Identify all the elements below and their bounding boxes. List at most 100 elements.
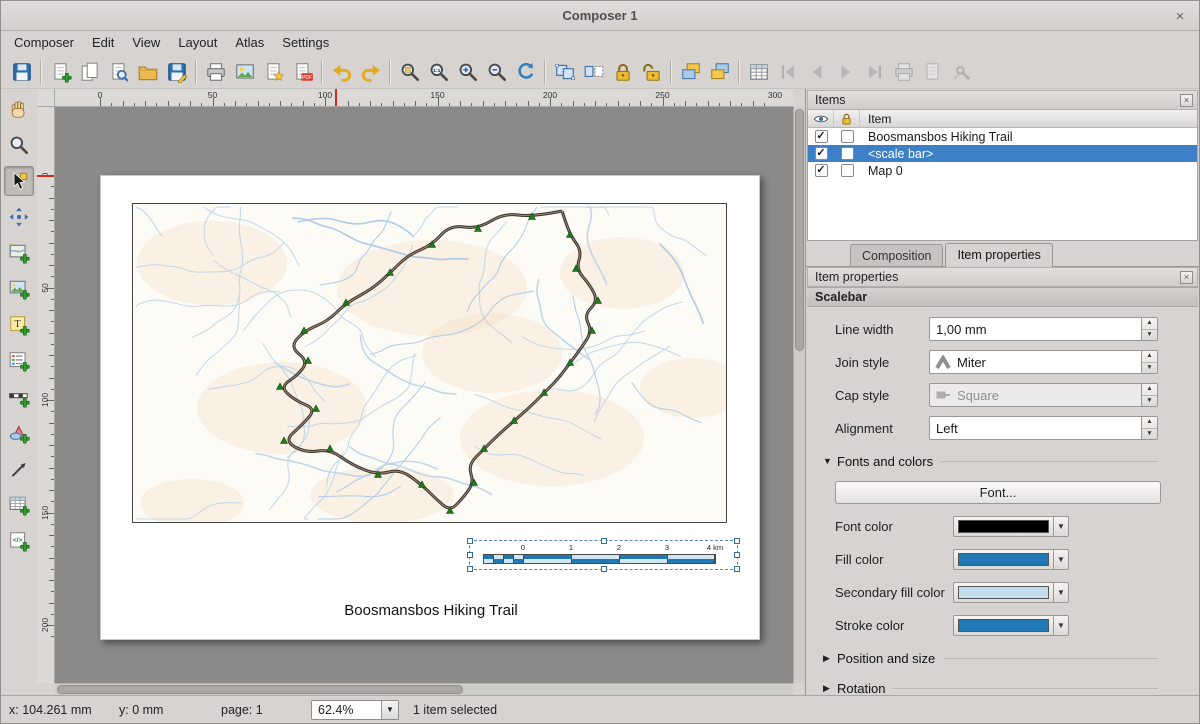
spin-down-icon[interactable]: ▼ <box>1142 363 1157 374</box>
zoom-actual-button[interactable]: 1:1 <box>424 58 453 87</box>
item-row[interactable]: ✓Map 0 <box>808 162 1197 179</box>
fonts-and-colors-expander[interactable]: ▼ Fonts and colors <box>823 449 1158 473</box>
add-new-legend-tool[interactable] <box>4 346 34 376</box>
spin-up-icon[interactable]: ▲ <box>1142 351 1157 363</box>
dropdown-arrow-icon[interactable]: ▼ <box>1053 550 1068 569</box>
zoom-in-button[interactable] <box>453 58 482 87</box>
export-svg-button[interactable] <box>259 58 288 87</box>
items-panel-close-icon[interactable]: × <box>1180 94 1193 107</box>
add-basic-shape-tool[interactable] <box>4 418 34 448</box>
alignment-combo[interactable]: Left ▲▼ <box>929 416 1158 440</box>
map-title-item[interactable]: Boosmansbos Hiking Trail <box>121 602 741 619</box>
menu-view[interactable]: View <box>123 31 169 56</box>
line-width-spinbox[interactable]: 1,00 mm ▲▼ <box>929 317 1158 341</box>
add-new-scalebar-tool[interactable] <box>4 382 34 412</box>
horizontal-scrollbar-thumb[interactable] <box>57 685 463 694</box>
dropdown-arrow-icon[interactable]: ▼ <box>1053 583 1068 602</box>
add-attribute-table-tool[interactable] <box>4 490 34 520</box>
export-pdf-button[interactable]: PDF <box>288 58 317 87</box>
position-and-size-expander[interactable]: ▶Position and size <box>823 646 1158 670</box>
redo-button[interactable] <box>356 58 385 87</box>
selection-handle[interactable] <box>734 566 740 572</box>
fill-color-swatch[interactable]: ▼ <box>953 549 1069 570</box>
window-close-icon[interactable]: × <box>1169 5 1191 27</box>
vertical-scrollbar-thumb[interactable] <box>795 109 804 351</box>
load-template-button[interactable] <box>133 58 162 87</box>
add-image-tool[interactable] <box>4 274 34 304</box>
menu-atlas[interactable]: Atlas <box>226 31 273 56</box>
selection-handle[interactable] <box>467 566 473 572</box>
selection-handle[interactable] <box>467 552 473 558</box>
item-row[interactable]: ✓<scale bar> <box>808 145 1197 162</box>
atlas-preview-button[interactable] <box>744 58 773 87</box>
dropdown-arrow-icon[interactable]: ▼ <box>1053 616 1068 635</box>
font-button[interactable]: Font... <box>835 481 1161 504</box>
selection-handle[interactable] <box>467 538 473 544</box>
visibility-checkbox[interactable]: ✓ <box>815 130 828 143</box>
ruler-tick <box>730 101 731 106</box>
select-move-item-tool[interactable] <box>4 166 34 196</box>
raise-items-button[interactable] <box>676 58 705 87</box>
composer-manager-button[interactable] <box>104 58 133 87</box>
lock-checkbox[interactable] <box>841 130 854 143</box>
zoom-dropdown-arrow-icon[interactable]: ▼ <box>381 701 398 719</box>
lock-checkbox[interactable] <box>841 147 854 160</box>
join-style-combo[interactable]: Miter ▲▼ <box>929 350 1158 374</box>
undo-button[interactable] <box>327 58 356 87</box>
item-row[interactable]: ✓Boosmansbos Hiking Trail <box>808 128 1197 145</box>
item-properties-close-icon[interactable]: × <box>1180 271 1193 284</box>
pan-tool[interactable] <box>4 94 34 124</box>
add-arrow-tool[interactable] <box>4 454 34 484</box>
scalebar-item[interactable]: 01234 km <box>469 540 738 570</box>
join-style-arrows[interactable]: ▲▼ <box>1141 351 1157 373</box>
ungroup-items-button[interactable] <box>579 58 608 87</box>
vertical-scrollbar[interactable] <box>793 107 805 683</box>
spin-down-icon[interactable]: ▼ <box>1142 429 1157 440</box>
zoom-combo[interactable]: 62.4% ▼ <box>311 700 399 720</box>
menu-edit[interactable]: Edit <box>83 31 123 56</box>
rotation-expander[interactable]: ▶Rotation <box>823 676 1158 695</box>
tab-item-properties[interactable]: Item properties <box>945 243 1052 267</box>
move-item-content-tool[interactable] <box>4 202 34 232</box>
spin-down-icon[interactable]: ▼ <box>1142 330 1157 341</box>
secondary-fill-color-swatch[interactable]: ▼ <box>953 582 1069 603</box>
duplicate-composition-button[interactable] <box>75 58 104 87</box>
group-items-button[interactable] <box>550 58 579 87</box>
zoom-out-button[interactable] <box>482 58 511 87</box>
add-new-label-tool[interactable]: T <box>4 310 34 340</box>
menu-settings[interactable]: Settings <box>273 31 338 56</box>
font-color-swatch[interactable]: ▼ <box>953 516 1069 537</box>
print-button[interactable] <box>201 58 230 87</box>
spin-up-icon[interactable]: ▲ <box>1142 318 1157 330</box>
horizontal-scrollbar[interactable] <box>55 683 793 695</box>
refresh-view-button[interactable] <box>511 58 540 87</box>
map-item[interactable] <box>132 203 727 523</box>
add-new-map-tool[interactable] <box>4 238 34 268</box>
menu-composer[interactable]: Composer <box>5 31 83 56</box>
selection-handle[interactable] <box>601 566 607 572</box>
lock-items-button[interactable] <box>608 58 637 87</box>
selection-handle[interactable] <box>601 538 607 544</box>
selection-handle[interactable] <box>734 538 740 544</box>
add-html-frame-tool[interactable]: </> <box>4 526 34 556</box>
dropdown-arrow-icon[interactable]: ▼ <box>1053 517 1068 536</box>
visibility-checkbox[interactable]: ✓ <box>815 147 828 160</box>
zoom-full-button[interactable] <box>395 58 424 87</box>
stroke-color-swatch[interactable]: ▼ <box>953 615 1069 636</box>
spin-up-icon[interactable]: ▲ <box>1142 417 1157 429</box>
unlock-items-button[interactable] <box>637 58 666 87</box>
tab-composition[interactable]: Composition <box>850 244 943 266</box>
lower-items-button[interactable] <box>705 58 734 87</box>
zoom-tool[interactable] <box>4 130 34 160</box>
visibility-checkbox[interactable]: ✓ <box>815 164 828 177</box>
lock-checkbox[interactable] <box>841 164 854 177</box>
selection-handle[interactable] <box>734 552 740 558</box>
alignment-arrows[interactable]: ▲▼ <box>1141 417 1157 439</box>
menu-layout[interactable]: Layout <box>169 31 226 56</box>
save-template-button[interactable] <box>162 58 191 87</box>
new-composition-button[interactable] <box>46 58 75 87</box>
save-project-button[interactable] <box>7 58 36 87</box>
export-image-button[interactable] <box>230 58 259 87</box>
line-width-spin-buttons[interactable]: ▲▼ <box>1141 318 1157 340</box>
ruler-tick <box>51 254 54 255</box>
